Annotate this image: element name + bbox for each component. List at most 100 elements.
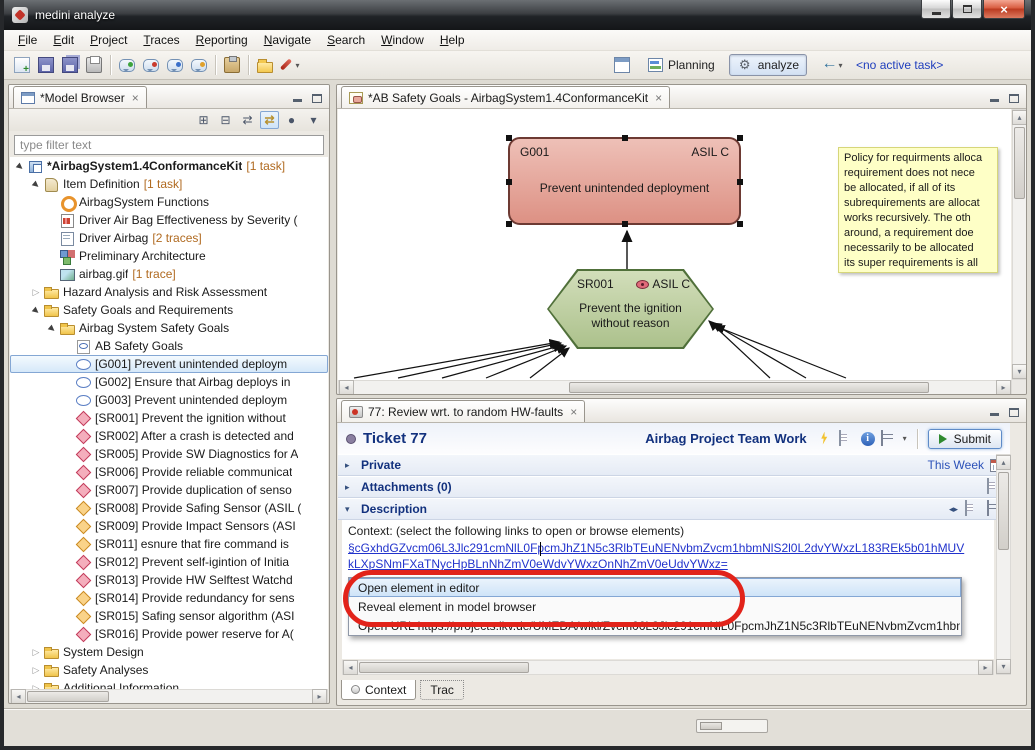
editor-tab[interactable]: *AB Safety Goals - AirbagSystem1.4Confor… bbox=[341, 86, 670, 108]
new-task-button[interactable] bbox=[115, 53, 139, 77]
expand-toggle-icon[interactable] bbox=[13, 157, 27, 176]
new-page-icon[interactable] bbox=[839, 430, 841, 446]
tree-item-project[interactable]: *AirbagSystem1.4ConformanceKit[1 task] bbox=[10, 157, 328, 175]
submit-button[interactable]: Submit bbox=[928, 429, 1002, 449]
scroll-right-icon[interactable]: ▸ bbox=[996, 380, 1011, 395]
element-link-line2[interactable]: kLXpSNmFXaTNycHpBLnNhZmV0eWdvYWxzOnNhZmV… bbox=[348, 557, 988, 571]
menu-open-element-in-editor[interactable]: Open element in editor bbox=[349, 578, 961, 597]
sticky-note[interactable]: Policy for requirments alloca requiremen… bbox=[838, 147, 998, 273]
tree-item-g003[interactable]: [G003] Prevent unintended deploym bbox=[10, 391, 328, 409]
collapsed-arrow-icon[interactable]: ▸ bbox=[345, 482, 355, 493]
scrollbar-thumb[interactable] bbox=[1014, 127, 1025, 199]
close-tab-icon[interactable]: × bbox=[132, 91, 139, 105]
close-tab-icon[interactable]: × bbox=[570, 405, 577, 419]
scroll-down-icon[interactable]: ▾ bbox=[996, 659, 1011, 674]
scroll-left-icon[interactable]: ◂ bbox=[339, 380, 354, 395]
scrollbar-thumb[interactable] bbox=[569, 382, 929, 393]
vertical-scrollbar[interactable]: ▴ ▾ bbox=[1012, 109, 1027, 380]
save-all-button[interactable] bbox=[58, 53, 82, 77]
menu-navigate[interactable]: Navigate bbox=[256, 31, 319, 49]
model-tree[interactable]: *AirbagSystem1.4ConformanceKit[1 task] I… bbox=[10, 157, 328, 689]
section-attachments[interactable]: ▸ Attachments (0) bbox=[338, 476, 1010, 498]
selection-handle[interactable] bbox=[737, 221, 743, 227]
goal-node-g001[interactable]: G001 ASIL C Prevent unintended deploymen… bbox=[508, 137, 741, 225]
tree-item-additional-information[interactable]: Additional Information bbox=[10, 679, 328, 689]
tree-item-driver-airbag[interactable]: Driver Airbag[2 traces] bbox=[10, 229, 328, 247]
tree-item-preliminary-architecture[interactable]: Preliminary Architecture bbox=[10, 247, 328, 265]
expanded-arrow-icon[interactable]: ▾ bbox=[345, 504, 355, 515]
element-link-line1[interactable]: §cGxhdGZvcm06L3Jlc291cmNlL0FpcmJhZ1N5c3R… bbox=[348, 541, 988, 555]
selection-handle[interactable] bbox=[506, 221, 512, 227]
horizontal-scrollbar[interactable]: ◂ ▸ bbox=[10, 689, 328, 704]
scroll-left-icon[interactable]: ◂ bbox=[11, 689, 26, 704]
selection-handle[interactable] bbox=[737, 179, 743, 185]
scroll-right-icon[interactable]: ▸ bbox=[978, 660, 993, 675]
expand-toggle-icon[interactable] bbox=[45, 319, 59, 338]
maximize-view-button[interactable] bbox=[1006, 404, 1021, 417]
menu-window[interactable]: Window bbox=[373, 31, 432, 49]
expand-toggle-icon[interactable] bbox=[29, 661, 43, 679]
tree-item-sr016[interactable]: [SR016] Provide power reserve for A( bbox=[10, 625, 328, 643]
vertical-scrollbar[interactable]: ▴ ▾ bbox=[996, 454, 1011, 675]
perspective-analyze[interactable]: ⚙analyze bbox=[729, 54, 807, 76]
view-menu-button[interactable]: ▾ bbox=[304, 111, 323, 129]
minimize-view-button[interactable] bbox=[987, 404, 1002, 417]
scroll-left-icon[interactable]: ◂ bbox=[343, 660, 358, 675]
selection-handle[interactable] bbox=[622, 221, 628, 227]
selection-handle[interactable] bbox=[506, 179, 512, 185]
revert-icon[interactable]: ◂▸ bbox=[949, 504, 959, 515]
menu-traces[interactable]: Traces bbox=[135, 31, 187, 49]
preview-icon[interactable] bbox=[987, 500, 989, 516]
tree-item-safety-goals-requirements[interactable]: Safety Goals and Requirements bbox=[10, 301, 328, 319]
link-with-editor-button[interactable]: ⇄ bbox=[260, 111, 279, 129]
requirement-node-sr001[interactable]: SR001 ASIL C Prevent the ignition withou… bbox=[547, 269, 714, 349]
scroll-up-icon[interactable]: ▴ bbox=[996, 455, 1011, 470]
menu-project[interactable]: Project bbox=[82, 31, 135, 49]
tab-context[interactable]: Context bbox=[341, 680, 416, 700]
scheduled-week-link[interactable]: This Week bbox=[928, 458, 984, 472]
tree-item-sr007[interactable]: [SR007] Provide duplication of senso bbox=[10, 481, 328, 499]
expand-toggle-icon[interactable] bbox=[29, 175, 43, 194]
scrollbar-thumb[interactable] bbox=[27, 691, 109, 702]
paste-button[interactable] bbox=[220, 53, 244, 77]
sort-button[interactable]: ⇄ bbox=[238, 111, 257, 129]
filter-input[interactable] bbox=[14, 135, 324, 155]
diagram-canvas[interactable]: G001 ASIL C Prevent unintended deploymen… bbox=[338, 109, 1011, 380]
new-button[interactable] bbox=[10, 53, 34, 77]
description-editor[interactable]: Context: (select the following links to … bbox=[342, 520, 994, 659]
menu-reveal-in-model-browser[interactable]: Reveal element in model browser bbox=[349, 597, 961, 616]
tree-item-system-design[interactable]: System Design bbox=[10, 643, 328, 661]
scrollbar-thumb[interactable] bbox=[359, 662, 529, 673]
menu-edit[interactable]: Edit bbox=[45, 31, 82, 49]
perspective-planning[interactable]: Planning bbox=[640, 55, 723, 75]
tree-item-g001[interactable]: [G001] Prevent unintended deploym bbox=[10, 355, 328, 373]
ticket-tab[interactable]: 77: Review wrt. to random HW-faults × bbox=[341, 400, 585, 422]
edit-description-icon[interactable] bbox=[965, 500, 967, 516]
heap-status-widget[interactable] bbox=[696, 719, 768, 733]
titlebar[interactable]: medini analyze × bbox=[4, 0, 1031, 30]
info-icon[interactable]: i bbox=[861, 432, 875, 446]
tree-item-sr005[interactable]: [SR005] Provide SW Diagnostics for A bbox=[10, 445, 328, 463]
tree-item-sr006[interactable]: [SR006] Provide reliable communicat bbox=[10, 463, 328, 481]
menu-open-url[interactable]: Open URL https://projects.ikv.de/UMEDA/w… bbox=[349, 616, 961, 635]
tree-item-sr014[interactable]: [SR014] Provide redundancy for sens bbox=[10, 589, 328, 607]
filters-button[interactable]: ● bbox=[282, 111, 301, 129]
close-tab-icon[interactable]: × bbox=[655, 91, 662, 105]
print-button[interactable] bbox=[82, 53, 106, 77]
tree-item-sr013[interactable]: [SR013] Provide HW Selftest Watchd bbox=[10, 571, 328, 589]
attachment-page-icon[interactable] bbox=[987, 478, 989, 494]
horizontal-scrollbar[interactable]: ◂ ▸ bbox=[342, 660, 994, 675]
tree-item-sr001[interactable]: [SR001] Prevent the ignition without bbox=[10, 409, 328, 427]
save-button[interactable] bbox=[34, 53, 58, 77]
tree-item-sr012[interactable]: [SR012] Prevent self-igintion of Initia bbox=[10, 553, 328, 571]
synchronize-icon[interactable] bbox=[817, 431, 833, 447]
tree-item-sr008[interactable]: [SR008] Provide Safing Sensor (ASIL ( bbox=[10, 499, 328, 517]
scroll-right-icon[interactable]: ▸ bbox=[312, 689, 327, 704]
open-perspective-button[interactable] bbox=[610, 53, 634, 77]
menu-reporting[interactable]: Reporting bbox=[188, 31, 256, 49]
selection-handle[interactable] bbox=[622, 135, 628, 141]
tree-item-sr015[interactable]: [SR015] Safing sensor algorithm (ASI bbox=[10, 607, 328, 625]
expand-all-button[interactable]: ⊞ bbox=[194, 111, 213, 129]
selection-handle[interactable] bbox=[737, 135, 743, 141]
maximize-view-button[interactable] bbox=[309, 90, 324, 103]
